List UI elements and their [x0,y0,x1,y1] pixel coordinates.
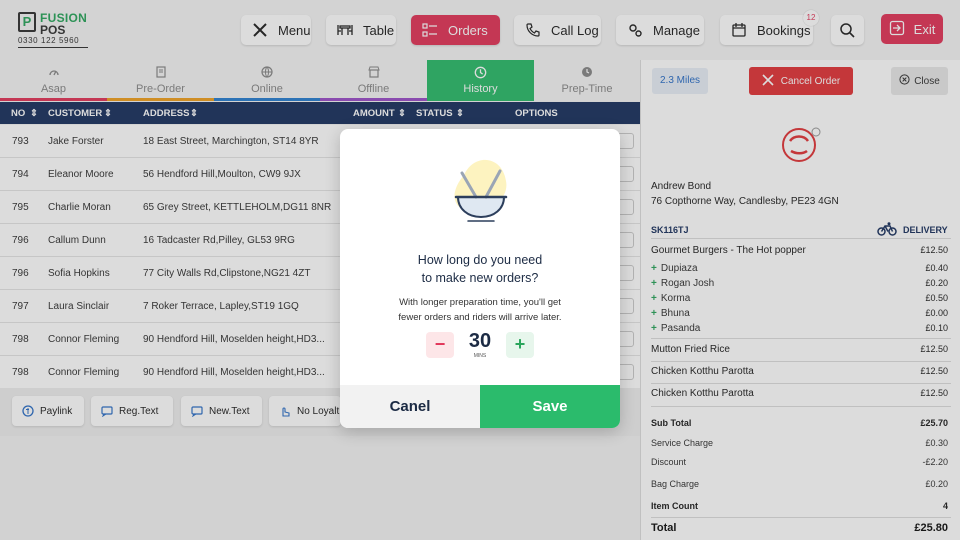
dialog-description: With longer preparation time, you'll get… [398,297,562,323]
dialog-cancel-button[interactable]: Canel [340,385,480,428]
dialog-save-button[interactable]: Save [480,385,620,428]
decrease-minutes-button[interactable]: − [426,332,454,358]
bowl-illustration [444,155,516,225]
prep-time-dialog: How long do you need to make new orders?… [340,129,620,428]
increase-minutes-button[interactable]: + [506,332,534,358]
dialog-question: How long do you need to make new orders? [417,253,543,285]
prep-minutes-unit: MINS [473,353,487,359]
prep-minutes-value: 30 [468,330,492,352]
